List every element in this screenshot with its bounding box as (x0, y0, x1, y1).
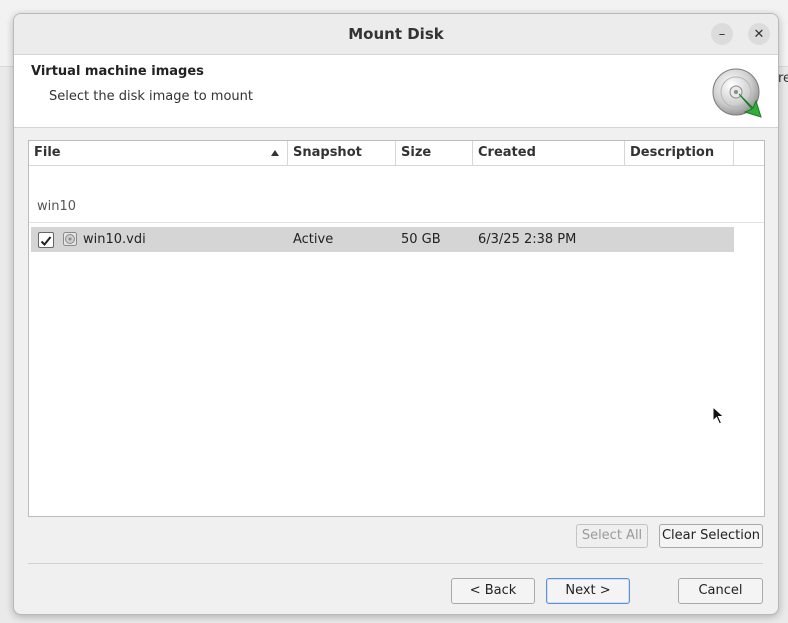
header-title: Virtual machine images (31, 64, 204, 79)
cell-created: 6/3/25 2:38 PM (478, 232, 577, 247)
next-button[interactable]: Next > (546, 578, 630, 604)
cell-size: 50 GB (401, 232, 441, 247)
group-divider (29, 222, 764, 223)
titlebar: Mount Disk – ✕ (14, 14, 778, 55)
mouse-pointer-icon (712, 406, 725, 425)
cell-file: win10.vdi (83, 232, 146, 247)
back-button[interactable]: < Back (451, 578, 535, 604)
mount-disk-dialog: Mount Disk – ✕ Virtual machine images Se… (13, 13, 779, 615)
column-header-snapshot[interactable]: Snapshot (288, 141, 396, 165)
minimize-button[interactable]: – (711, 23, 733, 45)
column-header-file[interactable]: File (29, 141, 288, 165)
column-header-created[interactable]: Created (473, 141, 625, 165)
window-title: Mount Disk (348, 25, 444, 43)
close-icon: ✕ (753, 26, 765, 42)
disk-image-list[interactable]: File Snapshot Size Created Description w… (28, 140, 765, 517)
table-row[interactable]: win10.vdi Active 50 GB 6/3/25 2:38 PM (31, 227, 734, 252)
group-label: win10 (37, 199, 77, 214)
sort-ascending-icon (271, 150, 279, 156)
disk-file-icon (63, 232, 77, 246)
background-edge-text: re (778, 71, 788, 86)
footer-divider (28, 563, 763, 564)
list-header: File Snapshot Size Created Description (29, 141, 764, 166)
column-header-description[interactable]: Description (625, 141, 734, 165)
header-subtitle: Select the disk image to mount (49, 89, 254, 104)
minimize-icon: – (718, 26, 726, 42)
column-header-size[interactable]: Size (396, 141, 473, 165)
cancel-button[interactable]: Cancel (678, 578, 763, 604)
checkmark-icon (40, 236, 52, 246)
cell-snapshot: Active (293, 232, 334, 247)
close-button[interactable]: ✕ (748, 23, 770, 45)
wizard-header: Virtual machine images Select the disk i… (14, 55, 778, 128)
clear-selection-button[interactable]: Clear Selection (659, 524, 763, 548)
row-checkbox[interactable] (38, 232, 54, 248)
select-all-button[interactable]: Select All (576, 524, 648, 548)
disk-mount-icon (712, 68, 762, 118)
